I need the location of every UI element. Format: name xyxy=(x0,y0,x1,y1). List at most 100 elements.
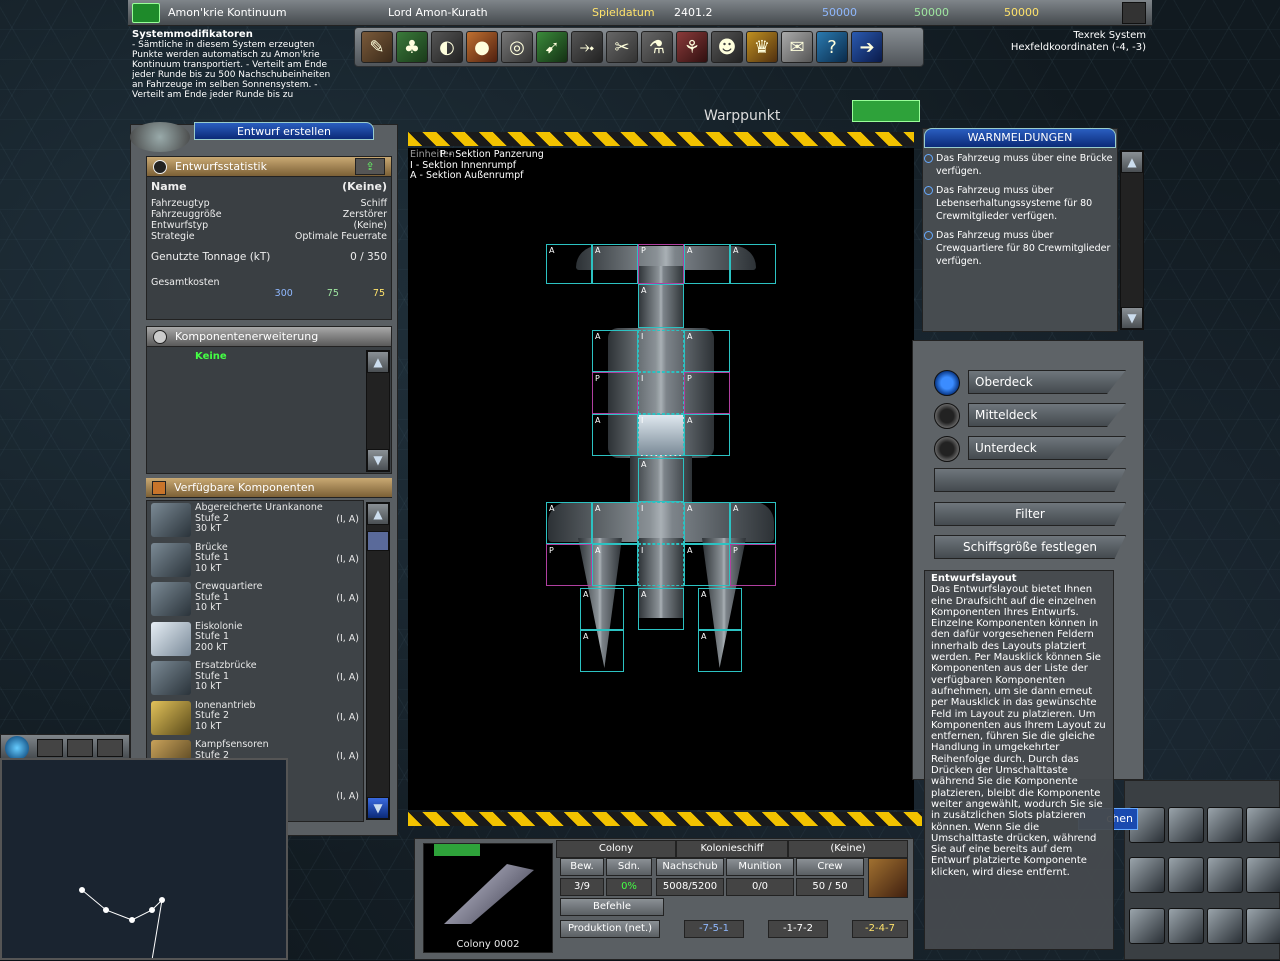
colonies-icon[interactable]: ◎ xyxy=(501,31,533,63)
slot-cell-ice-colony[interactable]: I xyxy=(638,414,684,456)
list-item[interactable]: Eiskolonie Stufe 1 200 kT (I, A) xyxy=(147,620,363,660)
minimap-mode-icon[interactable] xyxy=(37,739,63,757)
expansion-value[interactable]: Keine xyxy=(147,347,391,366)
warning-item[interactable]: Das Fahrzeug muss über eine Brücke verfü… xyxy=(924,152,1116,178)
galaxy-view-icon[interactable] xyxy=(5,736,29,760)
aliens-icon[interactable]: ☻ xyxy=(711,31,743,63)
list-item[interactable]: Abgereicherte Urankanone Stufe 2 30 kT (I, … xyxy=(147,501,363,541)
filter-button[interactable]: Filter xyxy=(934,502,1126,526)
minimap[interactable] xyxy=(0,758,288,961)
slot-cell[interactable]: I xyxy=(638,544,684,586)
slot-cell[interactable]: P xyxy=(592,372,638,414)
intelligence-icon[interactable]: ⚘ xyxy=(676,31,708,63)
planets-icon[interactable]: ● xyxy=(466,31,498,63)
units-icon[interactable]: ⤞ xyxy=(571,31,603,63)
top-deck-radio[interactable] xyxy=(934,370,960,396)
design-layout-area[interactable]: Einheiten P - Sektion Panzerung I - Sekt… xyxy=(408,148,914,810)
slot-cell[interactable]: P xyxy=(730,544,776,586)
ships-icon[interactable]: ◐ xyxy=(431,31,463,63)
slot-cell[interactable]: A xyxy=(592,502,638,544)
research-icon[interactable]: ✎ xyxy=(361,31,393,63)
fleet-icon[interactable]: ➹ xyxy=(536,31,568,63)
unit-icon[interactable] xyxy=(1207,857,1243,894)
bottom-deck-button[interactable]: Unterdeck xyxy=(968,436,1126,460)
list-item[interactable]: Ersatzbrücke Stufe 1 10 kT (I, A) xyxy=(147,659,363,699)
science-icon[interactable]: ⚗ xyxy=(641,31,673,63)
expansion-scrollbar[interactable]: ▲ ▼ xyxy=(366,350,390,472)
menu-button[interactable] xyxy=(1122,2,1146,24)
window-close-icon[interactable] xyxy=(130,122,190,152)
slot-cell[interactable]: I xyxy=(638,330,684,372)
slot-cell[interactable]: P xyxy=(684,372,730,414)
mid-deck-radio[interactable] xyxy=(934,403,960,429)
slot-cell[interactable]: A xyxy=(638,284,684,328)
slot-cell[interactable]: P xyxy=(638,244,684,284)
orders-button[interactable]: Befehle xyxy=(560,898,664,916)
slot-cell[interactable]: A xyxy=(592,244,638,284)
slot-cell[interactable]: A xyxy=(684,330,730,372)
export-design-icon[interactable]: ⇪ xyxy=(355,158,385,175)
slot-cell[interactable]: A xyxy=(698,630,742,672)
slot-cell[interactable]: A xyxy=(684,502,730,544)
slot-cell[interactable]: A xyxy=(638,458,684,502)
slot-cell[interactable]: A xyxy=(580,630,624,672)
scroll-up-icon[interactable]: ▲ xyxy=(367,351,389,373)
help-icon[interactable]: ? xyxy=(816,31,848,63)
warning-item[interactable]: Das Fahrzeug muss über Crewquartiere für… xyxy=(924,229,1116,268)
mid-deck-button[interactable]: Mitteldeck xyxy=(968,403,1126,427)
slot-cell[interactable]: A xyxy=(580,588,624,630)
bottom-deck-radio[interactable] xyxy=(934,436,960,462)
crown-icon[interactable]: ♛ xyxy=(746,31,778,63)
slot-cell[interactable]: I xyxy=(638,372,684,414)
slot-cell[interactable]: A xyxy=(592,414,638,456)
warning-item[interactable]: Das Fahrzeug muss über Lebenserhaltungss… xyxy=(924,184,1116,223)
unit-icon[interactable] xyxy=(1129,857,1165,894)
slot-cell[interactable]: I xyxy=(638,502,684,544)
ship-portrait[interactable]: Colony 0002 xyxy=(423,843,553,953)
list-item[interactable]: Crewquartiere Stufe 1 10 kT (I, A) xyxy=(147,580,363,620)
scroll-up-icon[interactable]: ▲ xyxy=(1121,151,1143,173)
unit-icon[interactable] xyxy=(1246,807,1280,843)
slot-cell[interactable]: A xyxy=(546,502,592,544)
warp-point-marker[interactable] xyxy=(852,100,920,122)
unit-icon[interactable] xyxy=(1207,807,1243,843)
slot-cell[interactable]: A xyxy=(684,244,730,284)
scroll-down-icon[interactable]: ▼ xyxy=(1121,307,1143,329)
unit-icon[interactable] xyxy=(1246,907,1280,944)
scroll-down-icon[interactable]: ▼ xyxy=(367,449,389,471)
unit-icon[interactable] xyxy=(1168,807,1204,843)
unit-icon[interactable] xyxy=(1207,907,1243,944)
slot-cell[interactable]: A xyxy=(698,588,742,630)
components-scrollbar[interactable]: ▲ ▼ xyxy=(366,502,390,820)
list-item[interactable]: Brücke Stufe 1 10 kT (I, A) xyxy=(147,541,363,581)
minimap-mode-icon[interactable] xyxy=(97,739,123,757)
slot-cell[interactable]: A xyxy=(592,330,638,372)
empire-icon[interactable]: ♣ xyxy=(396,31,428,63)
design-icon[interactable]: ✂ xyxy=(606,31,638,63)
list-item[interactable]: Ionenantrieb Stufe 2 10 kT (I, A) xyxy=(147,699,363,739)
scroll-up-icon[interactable]: ▲ xyxy=(367,503,389,525)
end-turn-icon[interactable]: ➔ xyxy=(851,31,883,63)
treaties-icon[interactable]: ✉ xyxy=(781,31,813,63)
empire-flag-icon[interactable] xyxy=(132,3,160,23)
slot-cell[interactable]: A xyxy=(684,414,730,456)
minimap-mode-icon[interactable] xyxy=(67,739,93,757)
slot-cell[interactable]: P xyxy=(546,544,592,586)
slot-cell[interactable]: A xyxy=(592,544,638,586)
slot-cell[interactable]: A xyxy=(546,244,592,284)
slot-cell[interactable]: A xyxy=(638,588,684,630)
unit-icon[interactable] xyxy=(1168,857,1204,894)
unit-icon[interactable] xyxy=(1129,907,1165,944)
unit-icon[interactable] xyxy=(1246,857,1280,894)
slot-cell[interactable]: A xyxy=(684,544,730,586)
colonize-icon[interactable] xyxy=(868,858,908,898)
slot-cell[interactable]: A xyxy=(730,502,776,544)
scroll-thumb[interactable] xyxy=(367,531,389,551)
set-ship-size-button[interactable]: Schiffsgröße festlegen xyxy=(934,535,1126,559)
top-deck-button[interactable]: Oberdeck xyxy=(968,370,1126,394)
empty-button[interactable] xyxy=(934,468,1126,492)
slot-cell[interactable]: A xyxy=(730,244,776,284)
scroll-down-icon[interactable]: ▼ xyxy=(367,797,389,819)
warnings-scrollbar[interactable]: ▲ ▼ xyxy=(1120,150,1144,330)
unit-icon[interactable] xyxy=(1168,907,1204,944)
